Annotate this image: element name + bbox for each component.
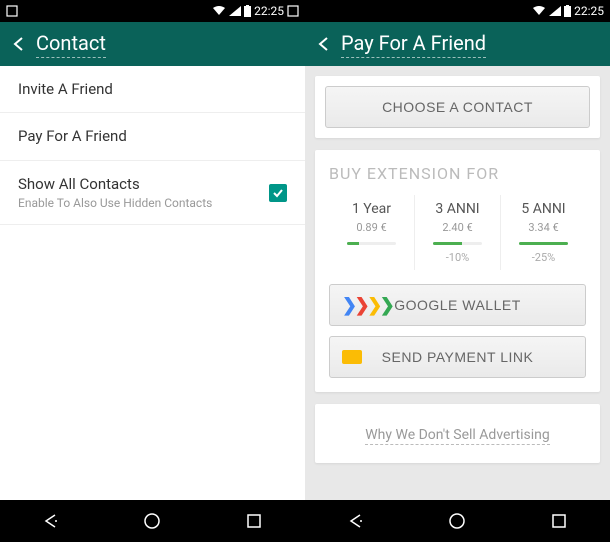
checkbox-icon[interactable] xyxy=(269,184,287,202)
card-title: BUY EXTENSION FOR xyxy=(329,164,586,183)
pay-for-friend-item[interactable]: Pay For A Friend xyxy=(0,113,305,161)
status-bar: 22:25 xyxy=(0,0,305,22)
page-title: Pay For A Friend xyxy=(341,31,486,58)
plan-discount: -25% xyxy=(505,251,582,264)
nav-back-icon[interactable] xyxy=(31,511,71,531)
battery-icon xyxy=(244,5,251,17)
nav-bar xyxy=(0,500,305,542)
nav-bar xyxy=(305,500,610,542)
list-item-subtitle: Enable To Also Use Hidden Contacts xyxy=(18,196,212,210)
list-item-label: Invite A Friend xyxy=(18,80,113,98)
status-time: 22:25 xyxy=(574,4,604,18)
signal-icon xyxy=(549,6,561,16)
page-title: Contact xyxy=(36,31,106,58)
plans-row: 1 Year 0.89 € 3 ANNI 2.40 € -10% 5 ANNI … xyxy=(329,195,586,270)
back-icon[interactable] xyxy=(315,35,333,53)
buy-extension-card: BUY EXTENSION FOR 1 Year 0.89 € 3 ANNI 2… xyxy=(315,150,600,392)
advertising-link: Why We Don't Sell Advertising xyxy=(365,427,549,445)
plan-price: 2.40 € xyxy=(419,221,496,234)
plan-price: 3.34 € xyxy=(505,221,582,234)
button-label: CHOOSE A CONTACT xyxy=(382,99,533,115)
google-wallet-icon: ❯❯❯❯ xyxy=(342,295,395,316)
content-area: CHOOSE A CONTACT BUY EXTENSION FOR 1 Yea… xyxy=(305,66,610,500)
nav-home-icon[interactable] xyxy=(132,511,172,531)
send-payment-button[interactable]: SEND PAYMENT LINK xyxy=(329,336,586,378)
envelope-icon xyxy=(342,350,362,364)
plan-discount: -10% xyxy=(419,251,496,264)
invite-friend-item[interactable]: Invite A Friend xyxy=(0,66,305,113)
plan-name: 3 ANNI xyxy=(419,201,496,217)
status-time: 22:25 xyxy=(254,4,284,18)
signal-icon xyxy=(229,6,241,16)
plan-1year[interactable]: 1 Year 0.89 € xyxy=(329,195,415,270)
battery-icon xyxy=(564,5,571,17)
app-header: Contact xyxy=(0,22,305,66)
button-label: SEND PAYMENT LINK xyxy=(382,349,534,365)
phone-left: 22:25 Contact Invite A Friend Pay For A … xyxy=(0,0,305,542)
show-all-contacts-item[interactable]: Show All Contacts Enable To Also Use Hid… xyxy=(0,161,305,225)
back-icon[interactable] xyxy=(10,35,28,53)
plan-name: 5 ANNI xyxy=(505,201,582,217)
plan-name: 1 Year xyxy=(333,201,410,217)
list-item-label: Pay For A Friend xyxy=(18,127,127,146)
nav-back-icon[interactable] xyxy=(336,511,376,531)
nav-recent-icon[interactable] xyxy=(539,512,579,530)
nav-recent-icon[interactable] xyxy=(234,512,274,530)
choose-contact-button[interactable]: CHOOSE A CONTACT xyxy=(325,86,590,128)
screenshot-icon xyxy=(6,5,18,17)
plan-price: 0.89 € xyxy=(333,221,410,234)
screenshot-icon-2 xyxy=(287,5,299,17)
plan-3year[interactable]: 3 ANNI 2.40 € -10% xyxy=(415,195,501,270)
choose-contact-card: CHOOSE A CONTACT xyxy=(315,76,600,138)
plan-5year[interactable]: 5 ANNI 3.34 € -25% xyxy=(501,195,586,270)
google-wallet-button[interactable]: ❯❯❯❯ GOOGLE WALLET xyxy=(329,284,586,326)
nav-home-icon[interactable] xyxy=(437,511,477,531)
content-area: Invite A Friend Pay For A Friend Show Al… xyxy=(0,66,305,500)
wifi-icon xyxy=(532,6,546,16)
wifi-icon xyxy=(212,6,226,16)
status-bar: 22:25 xyxy=(305,0,610,22)
app-header: Pay For A Friend xyxy=(305,22,610,66)
list-item-label: Show All Contacts xyxy=(18,175,212,194)
phone-right: 22:25 Pay For A Friend CHOOSE A CONTACT … xyxy=(305,0,610,542)
advertising-card[interactable]: Why We Don't Sell Advertising xyxy=(315,404,600,463)
button-label: GOOGLE WALLET xyxy=(394,297,521,313)
